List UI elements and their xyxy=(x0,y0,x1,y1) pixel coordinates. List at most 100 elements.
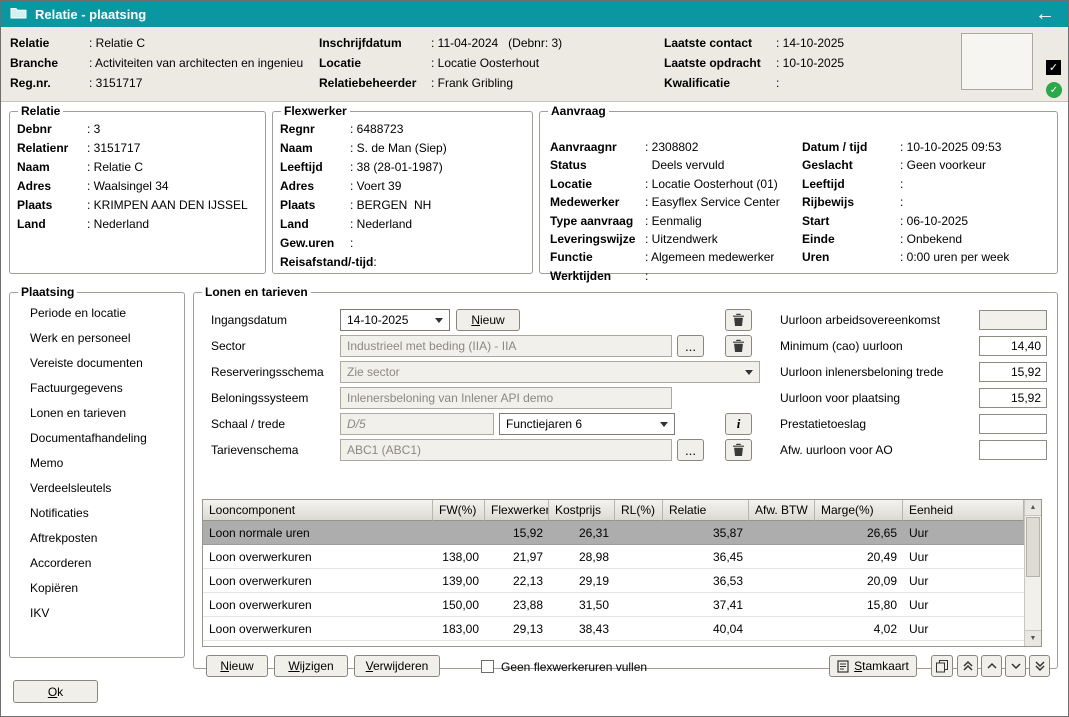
minimum-cao-input[interactable] xyxy=(979,336,1047,356)
field-label: Regnr xyxy=(280,120,350,139)
uurloon-plaatsing-input[interactable] xyxy=(979,388,1047,408)
column-header[interactable]: RL(%) xyxy=(615,500,663,521)
scroll-up-arrow-icon[interactable]: ▲ xyxy=(1025,500,1041,516)
delete-ingangsdatum-button[interactable] xyxy=(725,309,752,331)
table-cell: Uur xyxy=(903,545,1024,568)
copy-button[interactable] xyxy=(931,655,953,677)
table-row[interactable]: Loon overwerkuren 150,00 23,88 31,50 37,… xyxy=(203,593,1024,617)
info-button[interactable]: i xyxy=(725,413,752,435)
uurloon-inlenersbeloning-input[interactable] xyxy=(979,362,1047,382)
sidebar-item-factuurgegevens[interactable]: Factuurgegevens xyxy=(17,376,177,401)
sidebar-item-ikv[interactable]: IKV xyxy=(17,601,177,626)
column-header[interactable]: Kostprijs xyxy=(549,500,615,521)
info-icon: i xyxy=(737,416,741,432)
field-value: : KRIMPEN AAN DEN IJSSEL xyxy=(87,196,248,215)
verwijderen-button[interactable]: Verwijderen xyxy=(354,655,440,677)
column-header[interactable]: Flexwerker xyxy=(485,500,549,521)
ingangsdatum-select[interactable]: 14-10-2025 xyxy=(340,309,450,331)
column-header[interactable]: Eenheid xyxy=(903,500,1024,521)
sidebar-item-vereiste-documenten[interactable]: Vereiste documenten xyxy=(17,351,177,376)
field-value: : xyxy=(350,234,353,253)
button-label: Nieuw xyxy=(220,659,253,673)
uurloon-ao-input[interactable] xyxy=(979,310,1047,330)
sector-browse-button[interactable]: ... xyxy=(677,335,704,357)
sidebar-item-lonen-en-tarieven[interactable]: Lonen en tarieven xyxy=(17,401,177,426)
geen-flexwerkeruren-checkbox[interactable] xyxy=(481,660,494,673)
wijzigen-button[interactable]: Wijzigen xyxy=(274,655,348,677)
functiejaren-select[interactable]: Functiejaren 6 xyxy=(499,413,675,435)
field-row: Leveringswijze: Uitzendwerk xyxy=(550,230,780,248)
stamkaart-button[interactable]: Stamkaart xyxy=(829,655,917,677)
panel-legend: Lonen en tarieven xyxy=(202,285,311,299)
column-header[interactable]: Relatie xyxy=(663,500,749,521)
table-cell: Uur xyxy=(903,593,1024,616)
field-label: Inschrijfdatum xyxy=(319,33,431,53)
tarievenschema-input[interactable]: ABC1 (ABC1) xyxy=(340,439,672,461)
table-scrollbar[interactable]: ▲ ▼ xyxy=(1024,500,1041,646)
afw-uurloon-input[interactable] xyxy=(979,440,1047,460)
reserveringsschema-value: Zie sector xyxy=(347,365,400,379)
field-row: Naam: S. de Man (Siep) xyxy=(280,139,525,158)
table-cell: 15,92 xyxy=(485,521,549,544)
ellipsis-icon: ... xyxy=(685,443,696,458)
table-cell: 31,50 xyxy=(549,593,615,616)
nieuw-datum-button[interactable]: Nieuw xyxy=(456,309,520,331)
table-cell: 15,80 xyxy=(815,593,903,616)
trash-icon xyxy=(732,443,745,457)
scrollbar-thumb[interactable] xyxy=(1026,517,1040,577)
field-row: Status Deels vervuld xyxy=(550,156,780,174)
field-value: : Waalsingel 34 xyxy=(87,177,169,196)
column-header[interactable]: Looncomponent xyxy=(203,500,433,521)
field-value: : 6488723 xyxy=(350,120,403,139)
tarievenschema-browse-button[interactable]: ... xyxy=(677,439,704,461)
table-row[interactable]: Loon normale uren 15,92 26,31 35,87 26,6… xyxy=(203,521,1024,545)
scroll-top-button[interactable] xyxy=(957,655,978,677)
double-chevron-down-icon xyxy=(1034,660,1046,672)
table-row[interactable]: Loon overwerkuren 138,00 21,97 28,98 36,… xyxy=(203,545,1024,569)
table-cell: 20,09 xyxy=(815,569,903,592)
field-label: Plaats xyxy=(280,196,350,215)
column-header[interactable]: Marge(%) xyxy=(815,500,903,521)
column-header[interactable]: Afw. BTW xyxy=(749,500,815,521)
beloningssysteem-value: Inlenersbeloning van Inlener API demo xyxy=(347,391,553,405)
reserveringsschema-select[interactable]: Zie sector xyxy=(340,361,760,383)
field-row: Uren: 0:00 uren per week xyxy=(802,248,1009,266)
table-cell xyxy=(615,545,663,568)
ingangsdatum-label: Ingangsdatum xyxy=(211,313,287,327)
column-header[interactable]: FW(%) xyxy=(433,500,485,521)
field-label: Laatste contact xyxy=(664,33,776,53)
sector-input[interactable]: Industrieel met beding (IIA) - IIA xyxy=(340,335,672,357)
delete-sector-button[interactable] xyxy=(725,335,752,357)
beloningssysteem-input[interactable]: Inlenersbeloning van Inlener API demo xyxy=(340,387,672,409)
sidebar-item-documentafhandeling[interactable]: Documentafhandeling xyxy=(17,426,177,451)
sidebar-item-memo[interactable]: Memo xyxy=(17,451,177,476)
sidebar-item-notificaties[interactable]: Notificaties xyxy=(17,501,177,526)
sidebar-item-werk-en-personeel[interactable]: Werk en personeel xyxy=(17,326,177,351)
table-cell xyxy=(749,569,815,592)
ok-button[interactable]: Ok xyxy=(13,680,98,703)
field-row: Leeftijd: xyxy=(802,175,1009,193)
sidebar-item-periode-en-locatie[interactable]: Periode en locatie xyxy=(17,301,177,326)
delete-tarievenschema-button[interactable] xyxy=(725,439,752,461)
field-row: Adres: Voert 39 xyxy=(280,177,525,196)
table-cell xyxy=(749,545,815,568)
sidebar-item-verdeelsleutels[interactable]: Verdeelsleutels xyxy=(17,476,177,501)
nieuw-button[interactable]: Nieuw xyxy=(206,655,268,677)
field-label: Reg.nr. xyxy=(10,73,89,93)
sidebar-item-aftrekposten[interactable]: Aftrekposten xyxy=(17,526,177,551)
back-arrow-icon[interactable]: ← xyxy=(1031,4,1059,24)
table-cell: 26,31 xyxy=(549,521,615,544)
scroll-down-arrow-icon[interactable]: ▼ xyxy=(1025,630,1041,646)
schaal-input[interactable]: D/5 xyxy=(340,413,494,435)
aanvraag-legend: Aanvraag xyxy=(548,104,609,118)
field-value: : Locatie Oosterhout xyxy=(431,53,539,73)
prestatietoeslag-input[interactable] xyxy=(979,414,1047,434)
table-row[interactable]: Loon overwerkuren 139,00 22,13 29,19 36,… xyxy=(203,569,1024,593)
scroll-bottom-button[interactable] xyxy=(1029,655,1050,677)
sidebar-item-accorderen[interactable]: Accorderen xyxy=(17,551,177,576)
sidebar-item-kopieren[interactable]: Kopiëren xyxy=(17,576,177,601)
header-checkbox-checked[interactable]: ✓ xyxy=(1046,60,1061,75)
table-row[interactable]: Loon overwerkuren 183,00 29,13 38,43 40,… xyxy=(203,617,1024,641)
scroll-down-button[interactable] xyxy=(1005,655,1026,677)
scroll-up-button[interactable] xyxy=(981,655,1002,677)
